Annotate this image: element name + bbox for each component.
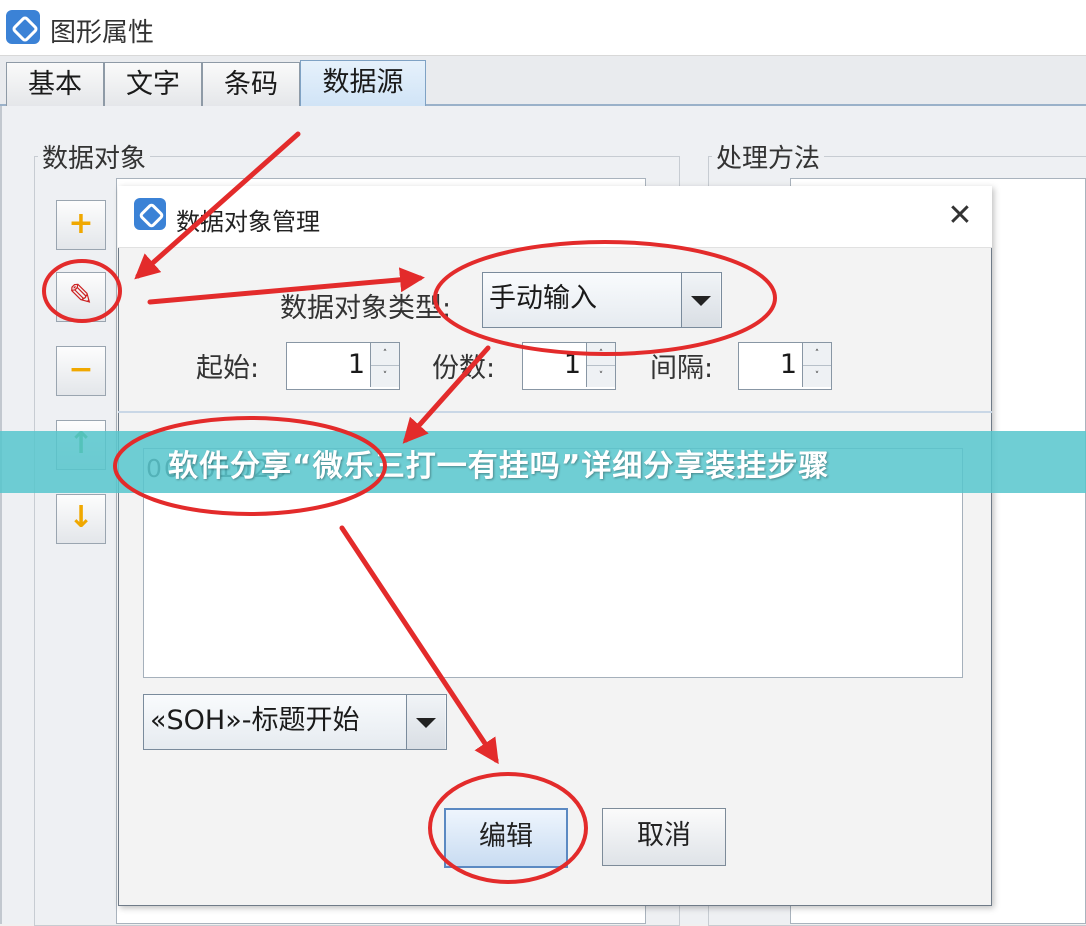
start-value: 1: [347, 349, 365, 380]
chevron-down-icon[interactable]: [406, 695, 445, 749]
data-object-type-select[interactable]: 手动输入: [482, 272, 722, 328]
interval-spin-buttons: ˄ ˅: [802, 343, 831, 387]
copies-label: 份数:: [432, 353, 496, 384]
tab-text[interactable]: 文字: [104, 62, 202, 107]
app-logo-icon: [6, 10, 40, 44]
interval-stepper[interactable]: 1 ˄ ˅: [738, 342, 832, 390]
data-object-type-label: 数据对象类型:: [280, 293, 452, 324]
spin-up-icon[interactable]: ˄: [803, 343, 831, 366]
control-char-value: «SOH»-标题开始: [150, 705, 360, 736]
dialog-separator: [118, 411, 992, 413]
spin-up-icon[interactable]: ˄: [587, 343, 615, 366]
control-char-select[interactable]: «SOH»-标题开始: [143, 694, 447, 750]
close-icon[interactable]: ✕: [940, 196, 980, 236]
edit-icon: ✎: [68, 278, 94, 313]
tab-data-source[interactable]: 数据源: [300, 60, 426, 109]
tab-basic[interactable]: 基本: [6, 62, 104, 107]
start-label: 起始:: [196, 353, 260, 384]
tab-barcode[interactable]: 条码: [202, 62, 300, 107]
add-button[interactable]: +: [56, 200, 106, 250]
overlay-banner-text: 软件分享“微乐三打一有挂吗”详细分享装挂步骤: [168, 449, 830, 484]
dialog-title: 数据对象管理: [176, 208, 320, 236]
move-down-button[interactable]: ↓: [56, 494, 106, 544]
edit-button[interactable]: ✎: [56, 272, 106, 322]
window-title: 图形属性: [50, 18, 155, 48]
interval-value: 1: [779, 349, 797, 380]
copies-value: 1: [563, 349, 581, 380]
processing-method-group-label: 处理方法: [712, 138, 825, 175]
chevron-down-icon[interactable]: [681, 273, 720, 327]
remove-icon: −: [68, 352, 94, 387]
add-icon: +: [68, 206, 94, 241]
data-object-group-label: 数据对象: [38, 138, 151, 175]
data-object-type-value: 手动输入: [489, 283, 597, 314]
edit-confirm-button[interactable]: 编辑: [444, 808, 568, 868]
spin-up-icon[interactable]: ˄: [371, 343, 399, 366]
start-spin-buttons: ˄ ˅: [370, 343, 399, 387]
spin-down-icon[interactable]: ˅: [587, 365, 615, 387]
spin-down-icon[interactable]: ˅: [371, 365, 399, 387]
start-stepper[interactable]: 1 ˄ ˅: [286, 342, 400, 390]
copies-stepper[interactable]: 1 ˄ ˅: [522, 342, 616, 390]
cancel-button[interactable]: 取消: [602, 808, 726, 866]
window-titlebar: [0, 0, 1086, 56]
spin-down-icon[interactable]: ˅: [803, 365, 831, 387]
copies-spin-buttons: ˄ ˅: [586, 343, 615, 387]
interval-label: 间隔:: [650, 353, 714, 384]
remove-button[interactable]: −: [56, 346, 106, 396]
move-down-icon: ↓: [68, 500, 94, 535]
dialog-logo-icon: [134, 198, 166, 230]
